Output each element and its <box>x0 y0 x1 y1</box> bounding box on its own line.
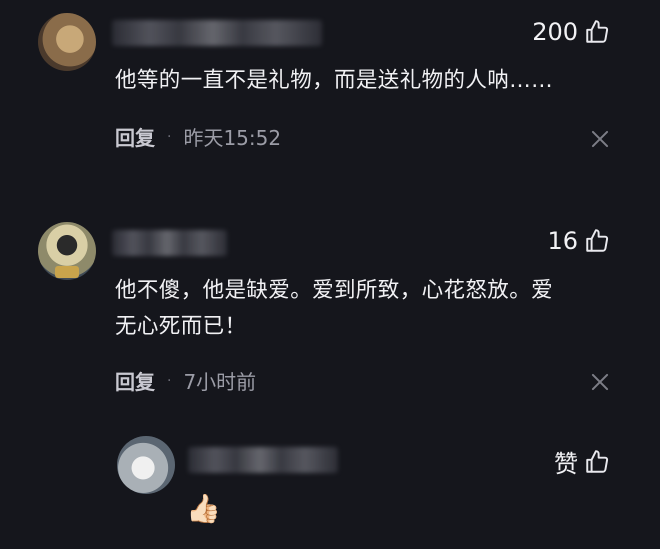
like-button[interactable]: 赞 <box>554 444 610 479</box>
thumbs-up-emoji: 👍🏻 <box>186 492 221 525</box>
username-blurred[interactable] <box>188 447 338 473</box>
thumb-up-icon <box>586 449 609 473</box>
avatar[interactable] <box>117 436 175 494</box>
reply-comment: 赞 👍🏻 <box>0 0 660 549</box>
like-label: 赞 <box>554 450 578 478</box>
